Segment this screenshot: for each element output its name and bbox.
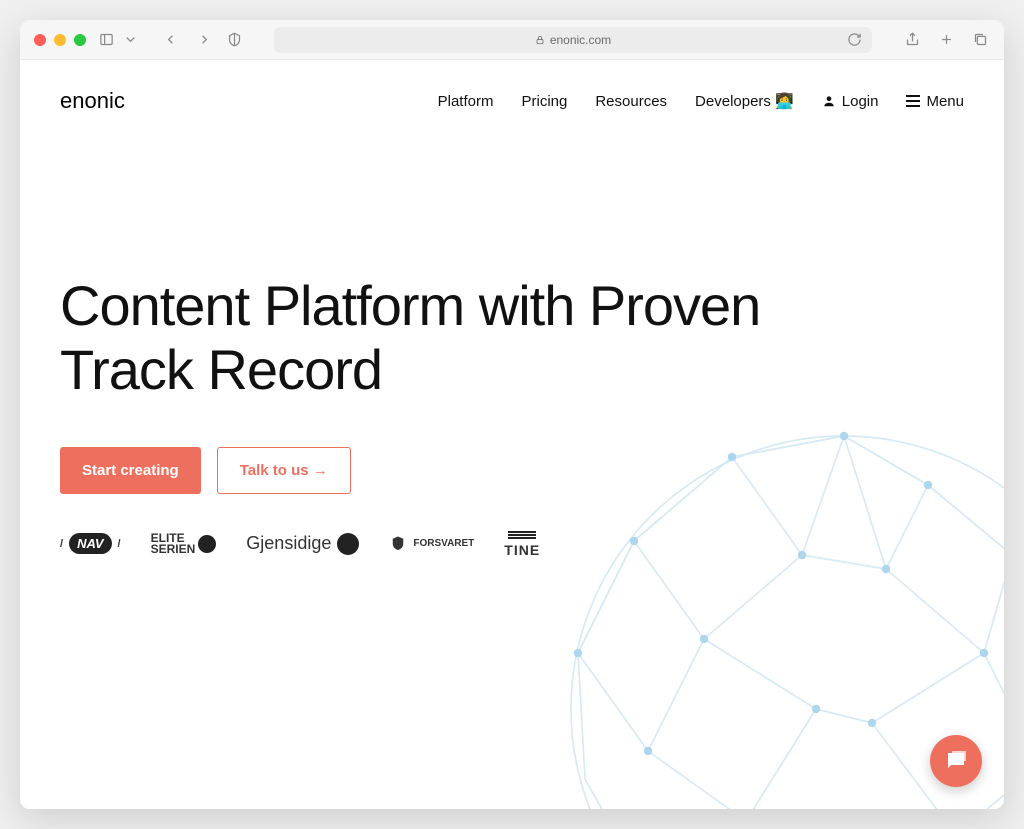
gjensidige-mark-icon bbox=[337, 533, 359, 555]
chat-button[interactable] bbox=[930, 735, 982, 787]
nav-resources[interactable]: Resources bbox=[595, 93, 667, 110]
nav-platform[interactable]: Platform bbox=[438, 93, 494, 110]
tabs-icon[interactable] bbox=[970, 30, 990, 50]
new-tab-icon[interactable] bbox=[936, 30, 956, 50]
logo-nav: /nav/ bbox=[60, 533, 121, 554]
sidebar-toggle-icon[interactable] bbox=[96, 30, 116, 50]
logo-tine: TINE bbox=[504, 530, 540, 558]
close-window-button[interactable] bbox=[34, 34, 46, 46]
nav-developers[interactable]: Developers 👩‍💻 bbox=[695, 92, 794, 110]
chat-icon bbox=[944, 749, 968, 773]
hero: Content Platform with Proven Track Recor… bbox=[20, 134, 820, 494]
nav-menu[interactable]: Menu bbox=[906, 93, 964, 110]
user-icon bbox=[822, 94, 836, 108]
maximize-window-button[interactable] bbox=[74, 34, 86, 46]
cta-row: Start creating Talk to us → bbox=[60, 447, 780, 494]
traffic-lights bbox=[34, 34, 86, 46]
customer-logos: /nav/ ELITE SERIEN Gjensidige FORSVARET … bbox=[20, 530, 1004, 558]
page-content: enonic Platform Pricing Resources Develo… bbox=[20, 60, 1004, 809]
browser-chrome: enonic.com bbox=[20, 20, 1004, 60]
minimize-window-button[interactable] bbox=[54, 34, 66, 46]
url-bar[interactable]: enonic.com bbox=[274, 27, 872, 53]
logo-gjensidige: Gjensidige bbox=[246, 533, 359, 555]
hero-title: Content Platform with Proven Track Recor… bbox=[60, 274, 780, 403]
start-creating-button[interactable]: Start creating bbox=[60, 447, 201, 494]
menu-label: Menu bbox=[926, 93, 964, 110]
share-icon[interactable] bbox=[902, 30, 922, 50]
shield-icon[interactable] bbox=[224, 30, 244, 50]
nav-pricing[interactable]: Pricing bbox=[521, 93, 567, 110]
chevron-down-icon[interactable] bbox=[120, 30, 140, 50]
forward-button[interactable] bbox=[194, 30, 214, 50]
url-text: enonic.com bbox=[550, 33, 611, 47]
login-label: Login bbox=[842, 93, 879, 110]
browser-window: enonic.com enonic Platform Pricing bbox=[20, 20, 1004, 809]
main-nav: Platform Pricing Resources Developers 👩‍… bbox=[438, 92, 964, 110]
nav-login[interactable]: Login bbox=[822, 93, 879, 110]
site-header: enonic Platform Pricing Resources Develo… bbox=[20, 60, 1004, 134]
logo-forsvaret: FORSVARET bbox=[389, 534, 474, 554]
site-logo[interactable]: enonic bbox=[60, 88, 125, 114]
back-button[interactable] bbox=[160, 30, 180, 50]
logo-eliteserien: ELITE SERIEN bbox=[151, 533, 217, 555]
lock-icon bbox=[535, 35, 545, 45]
crest-icon bbox=[389, 534, 407, 554]
ball-icon bbox=[198, 535, 216, 553]
refresh-icon[interactable] bbox=[844, 30, 864, 50]
tine-bars-icon bbox=[508, 530, 536, 540]
talk-to-us-button[interactable]: Talk to us → bbox=[217, 447, 351, 494]
hamburger-icon bbox=[906, 95, 920, 107]
